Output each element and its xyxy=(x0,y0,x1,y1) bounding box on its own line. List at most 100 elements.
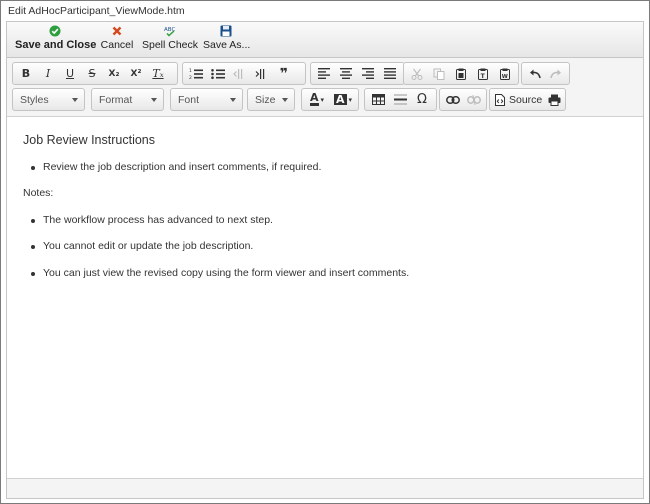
svg-text:2: 2 xyxy=(189,75,192,80)
table-icon xyxy=(371,94,385,105)
spell-check-label: Spell Check xyxy=(141,39,199,51)
spell-check-icon: ABC xyxy=(164,25,176,37)
justify-button[interactable] xyxy=(379,64,401,83)
subscript-button[interactable]: X₂ xyxy=(103,64,125,83)
source-button[interactable]: Source xyxy=(492,90,545,109)
text-color-glyph: A xyxy=(309,91,319,106)
paste-button[interactable] xyxy=(450,64,472,83)
size-label: Size xyxy=(255,93,276,106)
remove-format-button[interactable]: Tₓ xyxy=(147,64,169,83)
svg-text:W: W xyxy=(502,74,508,80)
styles-dropdown[interactable]: Styles xyxy=(12,88,85,111)
table-button[interactable] xyxy=(367,90,389,109)
italic-button[interactable]: I xyxy=(37,64,59,83)
colors-group: A ▾ A ▾ xyxy=(301,88,359,111)
underline-button[interactable]: U xyxy=(59,64,81,83)
blockquote-button[interactable]: ❞ xyxy=(273,64,295,83)
size-dropdown[interactable]: Size xyxy=(247,88,295,111)
save-as-button[interactable]: Save As... xyxy=(203,22,251,56)
undo-button[interactable] xyxy=(524,64,546,83)
spell-check-button[interactable]: ABC Spell Check xyxy=(141,22,199,56)
print-button[interactable] xyxy=(545,90,563,109)
editor-status-bar xyxy=(7,478,643,498)
format-dropdown[interactable]: Format xyxy=(91,88,164,111)
document-group: Source xyxy=(489,88,566,111)
unlink-button[interactable] xyxy=(463,90,484,109)
list-item: You cannot edit or update the job descri… xyxy=(30,240,254,252)
redo-icon xyxy=(550,69,562,78)
save-and-close-button[interactable]: Save and Close xyxy=(15,22,97,56)
chevron-down-icon xyxy=(72,98,78,102)
editor-content[interactable]: Job Review Instructions Review the job d… xyxy=(7,118,643,478)
undo-icon xyxy=(529,69,541,78)
numbered-list-button[interactable]: 12 xyxy=(185,64,207,83)
link-button[interactable] xyxy=(442,90,463,109)
cut-button[interactable] xyxy=(406,64,428,83)
save-and-close-label: Save and Close xyxy=(15,39,97,51)
increase-indent-button[interactable] xyxy=(251,64,273,83)
outdent-icon xyxy=(233,68,243,79)
chevron-down-icon xyxy=(151,98,157,102)
list-item: You can just view the revised copy using… xyxy=(30,267,410,279)
cancel-button[interactable]: Cancel xyxy=(99,22,135,56)
floppy-disk-icon xyxy=(220,25,232,37)
source-icon xyxy=(495,93,505,106)
background-color-button[interactable]: A ▾ xyxy=(330,90,356,109)
format-label: Format xyxy=(99,93,133,106)
scissors-icon xyxy=(411,68,423,80)
font-dropdown[interactable]: Font xyxy=(170,88,243,111)
notes-label: Notes: xyxy=(23,187,54,199)
paragraph-group: 12 ❞ xyxy=(182,62,306,85)
superscript-button[interactable]: X² xyxy=(125,64,147,83)
clipboard-group: T W xyxy=(403,62,519,85)
align-left-button[interactable] xyxy=(313,64,335,83)
decrease-indent-button[interactable] xyxy=(229,64,251,83)
editor-toolbar: B I U S X₂ X² Tₓ 12 ❞ T W Styles Format … xyxy=(7,58,643,117)
insert-group: Ω xyxy=(364,88,437,111)
window-title: Edit AdHocParticipant_ViewMode.htm xyxy=(2,2,648,20)
align-right-icon xyxy=(362,68,374,79)
redo-button[interactable] xyxy=(546,64,568,83)
bulleted-list-icon xyxy=(211,68,225,79)
align-group xyxy=(310,62,405,85)
basic-styles-group: B I U S X₂ X² Tₓ xyxy=(12,62,178,85)
background-color-glyph: A xyxy=(333,93,347,106)
align-center-icon xyxy=(340,68,352,79)
paste-word-icon: W xyxy=(500,68,510,80)
styles-label: Styles xyxy=(20,93,49,106)
chevron-down-icon xyxy=(282,98,288,102)
unlink-icon xyxy=(466,94,481,105)
horizontal-line-button[interactable] xyxy=(389,90,411,109)
source-label: Source xyxy=(509,93,543,106)
font-label: Font xyxy=(178,93,200,106)
align-center-button[interactable] xyxy=(335,64,357,83)
save-as-label: Save As... xyxy=(203,39,251,51)
copy-button[interactable] xyxy=(428,64,450,83)
action-bar: Save and Close Cancel ABC Spell Check Sa… xyxy=(6,21,644,57)
cancel-x-icon xyxy=(111,25,123,37)
paste-from-word-button[interactable]: W xyxy=(494,64,516,83)
justify-icon xyxy=(384,68,396,79)
text-color-button[interactable]: A ▾ xyxy=(304,90,330,109)
content-heading: Job Review Instructions xyxy=(23,133,156,147)
align-right-button[interactable] xyxy=(357,64,379,83)
cancel-label: Cancel xyxy=(100,39,134,51)
indent-icon xyxy=(255,68,265,79)
check-circle-icon xyxy=(49,25,61,37)
strikethrough-button[interactable]: S xyxy=(81,64,103,83)
chevron-down-icon: ▾ xyxy=(320,95,325,104)
printer-icon xyxy=(548,94,561,106)
align-left-icon xyxy=(318,68,330,79)
links-group xyxy=(439,88,487,111)
paste-text-button[interactable]: T xyxy=(472,64,494,83)
list-item: Review the job description and insert co… xyxy=(30,161,322,173)
paste-icon xyxy=(456,68,466,80)
bold-button[interactable]: B xyxy=(15,64,37,83)
copy-icon xyxy=(433,68,445,80)
svg-text:T: T xyxy=(481,73,486,80)
rich-text-editor: B I U S X₂ X² Tₓ 12 ❞ T W Styles Format … xyxy=(6,57,644,499)
bulleted-list-button[interactable] xyxy=(207,64,229,83)
special-character-button[interactable]: Ω xyxy=(411,90,433,109)
numbered-list-icon: 12 xyxy=(189,68,203,80)
paste-text-icon: T xyxy=(478,68,488,80)
